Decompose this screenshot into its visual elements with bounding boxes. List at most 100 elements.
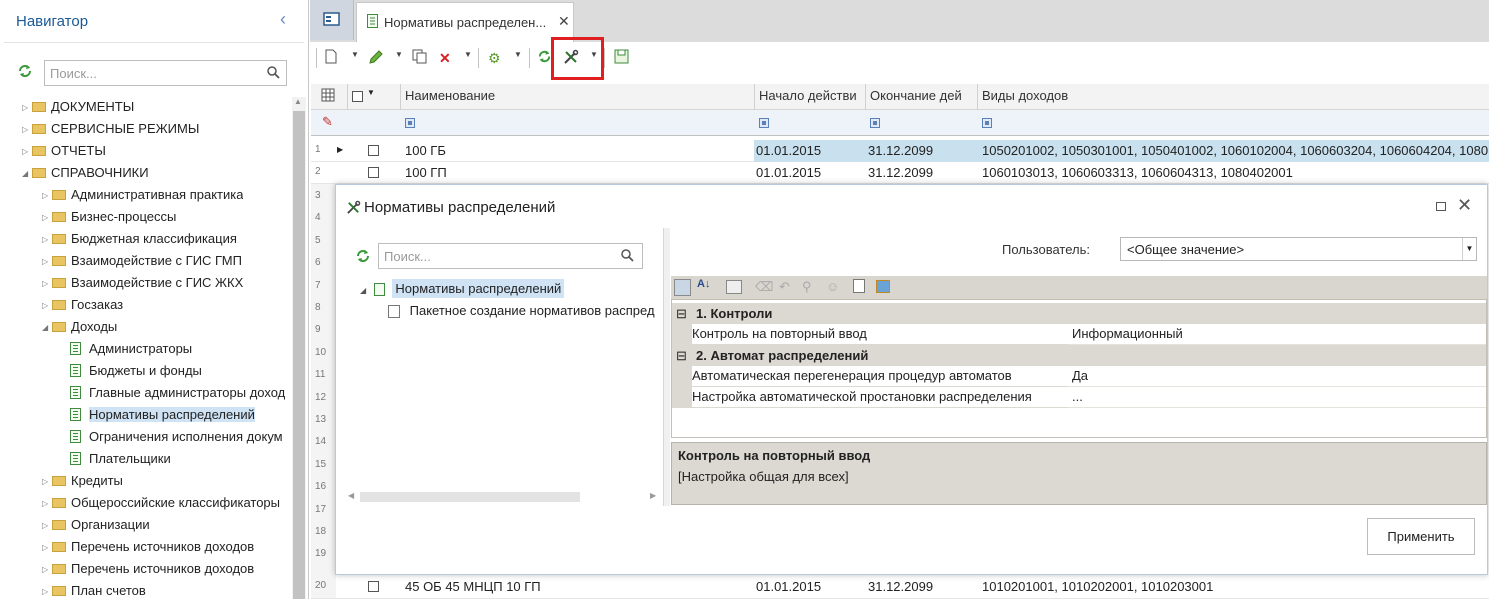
expander-icon[interactable]: ▷ (42, 582, 52, 601)
chevron-down-icon[interactable]: ▼ (395, 50, 403, 59)
maximize-icon[interactable] (1436, 202, 1446, 211)
property-row[interactable]: Автоматическая перегенерация процедур ав… (672, 366, 1486, 387)
expander-icon[interactable]: ▷ (42, 186, 52, 205)
scroll-left-icon[interactable]: ◀ (348, 491, 354, 500)
expander-icon[interactable]: ◢ (22, 164, 32, 183)
tree-item[interactable]: ▷ Взаимодействие с ГИС ЖКХ (42, 273, 243, 293)
property-value[interactable]: ... (1072, 387, 1083, 407)
tree-item[interactable]: ▷ План счетов (42, 581, 146, 601)
tree-item[interactable]: ▷ ДОКУМЕНТЫ (22, 97, 134, 117)
table-row[interactable]: 2 100 ГП 01.01.2015 31.12.2099 106010301… (311, 162, 1489, 184)
column-header-income-types[interactable]: Виды доходов (982, 88, 1068, 103)
tab-overview[interactable] (310, 0, 354, 40)
expander-icon[interactable]: ▷ (42, 494, 52, 513)
collapse-icon[interactable]: ⊟ (676, 345, 687, 366)
expander-icon[interactable]: ▷ (42, 538, 52, 557)
column-header-end[interactable]: Окончание дей (870, 88, 962, 103)
tree-item[interactable]: ▷ Перечень источников доходов (42, 559, 254, 579)
scroll-up-icon[interactable]: ▲ (294, 97, 302, 106)
grid-settings-icon[interactable] (321, 88, 335, 105)
dialog-search-input[interactable]: Поиск... (378, 243, 643, 269)
tree-item[interactable]: Администраторы (70, 339, 192, 359)
splitter[interactable] (663, 228, 670, 506)
save-icon[interactable] (614, 49, 629, 67)
property-category[interactable]: ⊟ 2. Автомат распределений (672, 345, 1486, 366)
tree-item[interactable]: ▷ Кредиты (42, 471, 123, 491)
delete-icon[interactable]: ✕ (439, 49, 451, 67)
user-search-icon[interactable]: ⚲ (802, 279, 812, 295)
expander-icon[interactable]: ▷ (42, 296, 52, 315)
new-document-icon[interactable] (325, 49, 337, 67)
expander-icon[interactable]: ◢ (42, 318, 52, 337)
close-icon[interactable]: ✕ (1457, 195, 1472, 216)
property-row[interactable]: Настройка автоматической простановки рас… (672, 387, 1486, 408)
expander-icon[interactable]: ▷ (22, 120, 32, 139)
tree-item[interactable]: ▷ Административная практика (42, 185, 243, 205)
property-category[interactable]: ⊟ 1. Контроли (672, 303, 1486, 324)
dialog-tree-child[interactable]: Пакетное создание нормативов распред (388, 303, 661, 319)
edit-pencil-icon[interactable] (368, 49, 384, 67)
refresh-icon[interactable] (17, 63, 33, 82)
table-row[interactable]: 1 ▶ 100 ГБ 01.01.2015 31.12.2099 1050201… (311, 140, 1489, 162)
dialog-tree-scrollbar[interactable]: ◀ ▶ (348, 490, 660, 504)
expander-icon[interactable]: ▷ (22, 142, 32, 161)
expander-icon[interactable]: ▷ (42, 252, 52, 271)
expander-icon[interactable]: ▷ (42, 208, 52, 227)
column-header-start[interactable]: Начало действи (759, 88, 857, 103)
navigator-search-input[interactable]: Поиск... (44, 60, 287, 86)
expander-icon[interactable]: ▷ (42, 274, 52, 293)
filter-icon[interactable] (405, 118, 415, 128)
expander-icon[interactable]: ▷ (42, 472, 52, 491)
filter-icon[interactable] (982, 118, 992, 128)
refresh-icon[interactable] (537, 49, 552, 67)
tree-item[interactable]: Плательщики (70, 449, 171, 469)
collapse-navigator-icon[interactable]: ‹ (280, 9, 286, 30)
property-value[interactable]: Информационный (1072, 324, 1183, 344)
expander-icon[interactable]: ▷ (42, 516, 52, 535)
tree-item[interactable]: ▷ ОТЧЕТЫ (22, 141, 106, 161)
chevron-down-icon[interactable]: ▼ (464, 50, 472, 59)
dialog-tree-root[interactable]: ◢ Нормативы распределений (360, 279, 565, 298)
tree-item[interactable]: ▷ СЕРВИСНЫЕ РЕЖИМЫ (22, 119, 199, 139)
chevron-down-icon[interactable]: ▼ (351, 50, 359, 59)
expander-icon[interactable]: ▷ (22, 98, 32, 117)
tree-item[interactable]: ▷ Бюджетная классификация (42, 229, 237, 249)
tree-item[interactable]: ▷ Общероссийские классификаторы (42, 493, 280, 513)
copy-icon[interactable] (412, 49, 427, 67)
property-value[interactable]: Да (1072, 366, 1088, 386)
column-header-name[interactable]: Наименование (405, 88, 495, 103)
row-checkbox[interactable] (368, 145, 379, 156)
table-row[interactable]: 20 45 ОБ 45 МНЦП 10 ГП 01.01.2015 31.12.… (311, 576, 1489, 599)
categorized-icon[interactable] (674, 279, 691, 296)
scroll-right-icon[interactable]: ▶ (650, 491, 656, 500)
tree-item[interactable]: ▷ Взаимодействие с ГИС ГМП (42, 251, 242, 271)
filter-icon[interactable] (759, 118, 769, 128)
row-checkbox[interactable] (368, 167, 379, 178)
search-icon[interactable] (621, 249, 634, 265)
undo-icon[interactable]: ↶ (779, 279, 790, 295)
apply-button[interactable]: Применить (1367, 518, 1475, 555)
tree-item[interactable]: ◢ Доходы (42, 317, 117, 337)
chevron-down-icon[interactable]: ▼ (367, 88, 375, 97)
tab-normativy[interactable]: Нормативы распределен... ✕ (356, 2, 574, 42)
tree-item[interactable]: ▷ Госзаказ (42, 295, 123, 315)
filter-icon[interactable] (870, 118, 880, 128)
tree-item[interactable]: Бюджеты и фонды (70, 361, 202, 381)
navigator-scrollbar[interactable]: ▲ (292, 97, 306, 599)
pin-icon[interactable]: ✎ (322, 114, 333, 130)
gear-icon[interactable]: ⚙ (488, 49, 501, 67)
expander-icon[interactable]: ◢ (360, 286, 366, 295)
row-checkbox[interactable] (368, 581, 379, 592)
tree-item[interactable]: ▷ Организации (42, 515, 150, 535)
search-icon[interactable] (267, 66, 280, 82)
paste-icon[interactable] (876, 280, 890, 293)
eraser-icon[interactable]: ⌫ (755, 279, 773, 295)
property-pages-icon[interactable] (726, 280, 742, 294)
tree-item[interactable]: Ограничения исполнения докум (70, 427, 283, 447)
scrollbar-thumb[interactable] (293, 111, 305, 599)
expander-icon[interactable]: ▷ (42, 230, 52, 249)
property-row[interactable]: Контроль на повторный ввод Информационны… (672, 324, 1486, 345)
refresh-icon[interactable] (355, 248, 371, 267)
tree-item[interactable]: Главные администраторы доход (70, 383, 285, 403)
tree-item[interactable]: ▷ Бизнес-процессы (42, 207, 176, 227)
